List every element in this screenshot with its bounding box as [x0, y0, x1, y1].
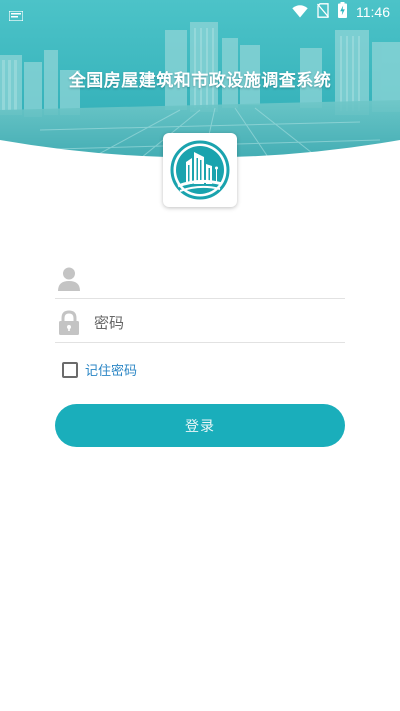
- app-title: 全国房屋建筑和市政设施调查系统: [68, 71, 332, 91]
- login-button[interactable]: 登录: [55, 404, 345, 447]
- remember-password-checkbox[interactable]: [62, 361, 78, 378]
- app-logo: [163, 133, 237, 207]
- notification-icon: [8, 6, 24, 22]
- battery-charging-icon: [338, 2, 347, 22]
- password-field: [55, 303, 345, 343]
- lock-icon: [57, 309, 81, 336]
- user-icon: [57, 266, 81, 292]
- password-input[interactable]: [94, 307, 334, 338]
- wifi-icon: [292, 3, 308, 22]
- building-logo-icon: [170, 140, 230, 200]
- login-screen: 11:46 全国房屋建筑和市政设施调查系统 记住密码 登录: [0, 0, 400, 711]
- username-field: [55, 259, 345, 299]
- username-input[interactable]: [94, 263, 334, 294]
- remember-password-toggle[interactable]: 记住密码: [62, 360, 137, 379]
- remember-password-label: 记住密码: [85, 364, 138, 379]
- status-icons: 11:46: [292, 2, 390, 22]
- status-time: 11:46: [356, 4, 390, 20]
- no-sim-icon: [317, 2, 329, 22]
- status-bar: 11:46: [0, 0, 400, 24]
